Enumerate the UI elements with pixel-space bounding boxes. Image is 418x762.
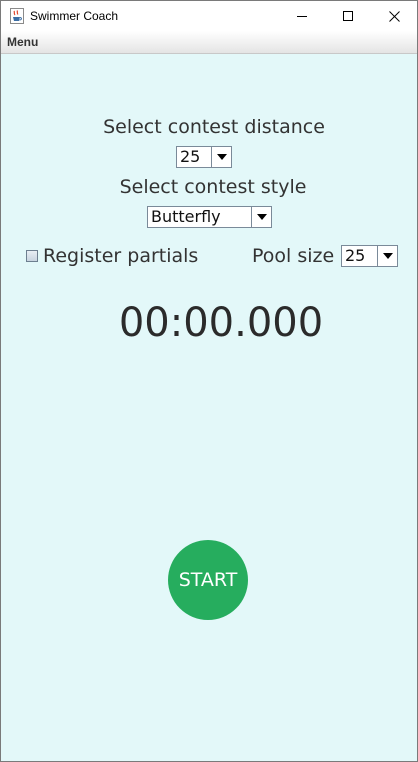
maximize-button[interactable] xyxy=(325,1,371,31)
contest-style-select[interactable]: Butterfly xyxy=(147,206,272,228)
stopwatch-display: 00:00.000 xyxy=(118,300,324,346)
close-icon xyxy=(388,10,400,22)
register-partials-label[interactable]: Register partials xyxy=(43,244,198,268)
pool-size-select[interactable]: 25 xyxy=(341,245,398,267)
chevron-down-icon xyxy=(256,214,267,220)
java-cup-icon xyxy=(10,8,24,24)
contest-style-value: Butterfly xyxy=(151,207,221,226)
pool-size-value: 25 xyxy=(345,246,366,265)
main-panel: Select contest distance 25 Select contes… xyxy=(1,54,417,761)
contest-distance-label: Select contest distance xyxy=(103,116,325,138)
pool-size-dropdown-button[interactable] xyxy=(377,246,397,266)
start-button[interactable]: START xyxy=(168,540,248,620)
menu-bar: Menu xyxy=(1,31,417,54)
minimize-icon xyxy=(297,16,307,17)
minimize-button[interactable] xyxy=(279,1,325,31)
contest-distance-value: 25 xyxy=(180,147,201,166)
pool-size-label: Pool size xyxy=(252,245,335,267)
close-button[interactable] xyxy=(371,1,417,31)
chevron-down-icon xyxy=(382,253,393,259)
register-partials-checkbox[interactable] xyxy=(26,250,38,262)
window-title: Swimmer Coach xyxy=(30,9,119,23)
menu-item-menu[interactable]: Menu xyxy=(7,35,38,49)
app-window: Swimmer Coach Menu Select contest distan… xyxy=(0,0,418,762)
contest-distance-dropdown-button[interactable] xyxy=(211,147,231,167)
contest-style-dropdown-button[interactable] xyxy=(251,207,271,227)
title-bar[interactable]: Swimmer Coach xyxy=(1,1,417,31)
contest-style-label: Select contest style xyxy=(119,176,307,198)
start-button-label: START xyxy=(178,569,238,591)
chevron-down-icon xyxy=(216,154,227,160)
contest-distance-select[interactable]: 25 xyxy=(176,146,232,168)
maximize-icon xyxy=(343,11,353,21)
